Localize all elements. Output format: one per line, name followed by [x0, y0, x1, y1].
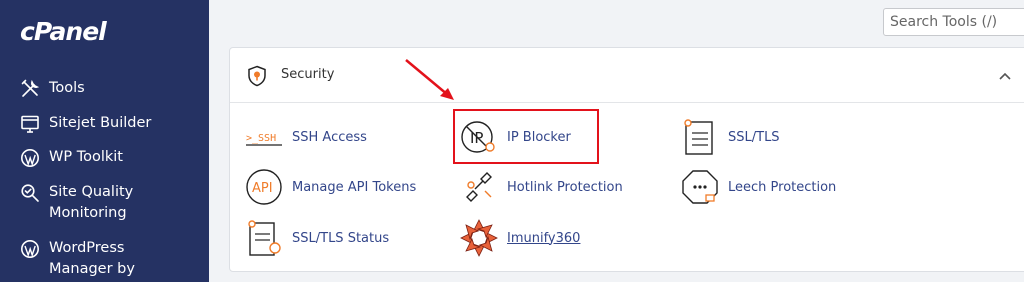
- annotation-arrow-icon: [405, 59, 454, 100]
- tool-label: SSL/TLS Status: [292, 230, 390, 246]
- sidebar-item-site-quality-monitoring[interactable]: Site Quality Monitoring: [20, 182, 133, 224]
- tool-leech-protection[interactable]: Leech Protection: [680, 167, 836, 207]
- tool-label: Hotlink Protection: [507, 179, 623, 195]
- tool-ssl-tls[interactable]: SSL/TLS: [680, 117, 780, 157]
- sidebar-item-label-line2: Manager by: [49, 261, 135, 277]
- imunify-icon: [459, 218, 499, 258]
- sidebar-item-tools[interactable]: Tools: [20, 78, 85, 99]
- sidebar-item-sitejet-builder[interactable]: Sitejet Builder: [20, 113, 151, 134]
- sidebar-item-wp-toolkit[interactable]: WP Toolkit: [20, 147, 123, 168]
- tool-ssl-tls-status[interactable]: SSL/TLS Status: [244, 218, 389, 258]
- magnifier-icon: [20, 183, 40, 203]
- broken-link-icon: [459, 167, 499, 207]
- tool-label: SSH Access: [292, 129, 367, 145]
- tool-label: Manage API Tokens: [292, 179, 417, 195]
- chevron-up-icon[interactable]: [997, 68, 1013, 84]
- sidebar-item-label: Sitejet Builder: [49, 115, 152, 131]
- highlight-box: [453, 109, 599, 164]
- tool-ssh-access[interactable]: >_SSH SSH Access: [244, 117, 367, 157]
- leech-icon: [680, 167, 720, 207]
- sidebar-item-wordpress-manager[interactable]: WordPress Manager by: [20, 238, 135, 280]
- security-panel-header[interactable]: Security: [230, 48, 1024, 103]
- tool-label: Imunify360: [507, 230, 581, 246]
- tool-hotlink-protection[interactable]: Hotlink Protection: [459, 167, 623, 207]
- tools-icon: [20, 79, 40, 99]
- ssh-icon: >_SSH: [244, 117, 284, 157]
- section-title: Security: [281, 67, 335, 82]
- sitejet-icon: [20, 114, 40, 134]
- sidebar-item-label: Site Quality: [49, 184, 134, 200]
- ssl-status-icon: [244, 218, 284, 258]
- tool-label: Leech Protection: [728, 179, 837, 195]
- sidebar: cPanel Tools Sitejet Builder WP Toolkit: [0, 0, 209, 282]
- sidebar-item-label-line2: Monitoring: [49, 205, 127, 221]
- cpanel-logo[interactable]: cPanel: [20, 17, 107, 46]
- sidebar-item-label: Tools: [49, 80, 85, 96]
- tool-label: SSL/TLS: [728, 129, 780, 145]
- wordpress-icon: [20, 239, 40, 259]
- tool-imunify360[interactable]: Imunify360: [459, 218, 580, 258]
- ssl-certificate-icon: [680, 117, 720, 157]
- wordpress-icon: [20, 148, 40, 168]
- api-icon: API: [244, 167, 284, 207]
- sidebar-item-label: WP Toolkit: [49, 149, 123, 165]
- tool-manage-api-tokens[interactable]: API Manage API Tokens: [244, 167, 416, 207]
- shield-icon: [246, 65, 268, 87]
- api-icon-text: API: [252, 181, 273, 196]
- search-tools-input[interactable]: [883, 8, 1024, 36]
- ssh-icon-text: >_SSH: [246, 133, 276, 144]
- sidebar-item-label: WordPress: [49, 240, 125, 256]
